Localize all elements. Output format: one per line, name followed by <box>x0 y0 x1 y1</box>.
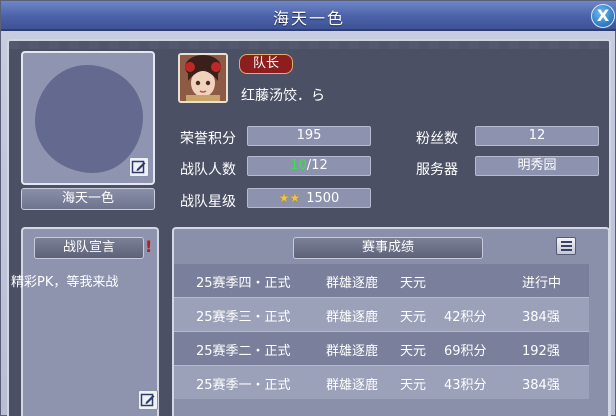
members-label: 战队人数 <box>180 162 236 178</box>
results-header: 赛事成绩 <box>293 237 483 259</box>
season-cell: 25赛季二・正式 <box>196 344 291 359</box>
team-avatar-placeholder <box>35 65 143 173</box>
leader-avatar[interactable] <box>178 53 228 103</box>
points-cell: 42积分 <box>444 310 487 325</box>
honor-label: 荣誉积分 <box>180 131 236 147</box>
alert-icon: ! <box>145 237 153 256</box>
declaration-text: 精彩PK，等我来战 <box>11 275 119 290</box>
leader-name: 红藤汤饺．ら <box>241 88 325 104</box>
result-row: 25赛季二・正式 群雄逐鹿 天元 69积分 192强 <box>174 332 589 365</box>
result-cell: 进行中 <box>522 276 562 291</box>
team-window: 海天一色 X 海天一色 队长 红藤汤饺．ら 荣誉积分 195 粉丝数 12 战队… <box>0 0 616 416</box>
result-row: 25赛季一・正式 群雄逐鹿 天元 43积分 384强 <box>174 366 589 399</box>
honor-value: 195 <box>247 126 371 146</box>
mode-cell: 群雄逐鹿 <box>326 276 379 291</box>
title-bar: 海天一色 X <box>1 1 616 31</box>
stars-value: 1500 <box>306 191 340 206</box>
points-cell: 43积分 <box>444 378 487 393</box>
result-row: 25赛季三・正式 群雄逐鹿 天元 42积分 384强 <box>174 298 589 331</box>
season-cell: 25赛季三・正式 <box>196 310 291 325</box>
members-current: 10 <box>290 158 307 173</box>
menu-icon-line <box>561 245 572 247</box>
edit-avatar-button[interactable] <box>129 157 149 177</box>
leader-role-badge: 队长 <box>239 54 293 74</box>
fans-label: 粉丝数 <box>416 131 458 147</box>
close-button[interactable]: X <box>591 4 615 28</box>
team-name-plate: 海天一色 <box>21 188 155 210</box>
edit-icon <box>140 393 155 407</box>
result-cell: 384强 <box>522 310 560 325</box>
menu-icon <box>561 241 572 243</box>
stars-value-box: ★★ 1500 <box>247 188 371 208</box>
result-cell: 384强 <box>522 378 560 393</box>
tier-cell: 天元 <box>400 276 427 291</box>
star-icon: ★★ <box>278 191 301 205</box>
season-cell: 25赛季四・正式 <box>196 276 291 291</box>
menu-icon-line <box>561 249 572 251</box>
edit-declaration-button[interactable] <box>138 390 158 410</box>
fans-value: 12 <box>475 126 599 146</box>
server-value: 明秀园 <box>475 156 599 176</box>
members-max: 12 <box>311 158 328 173</box>
result-cell: 192强 <box>522 344 560 359</box>
points-cell: 69积分 <box>444 344 487 359</box>
stars-label: 战队星级 <box>180 194 236 210</box>
tier-cell: 天元 <box>400 310 427 325</box>
window-title: 海天一色 <box>272 9 345 28</box>
tier-cell: 天元 <box>400 344 427 359</box>
result-row: 25赛季四・正式 群雄逐鹿 天元 进行中 <box>174 264 589 297</box>
server-label: 服务器 <box>416 162 458 178</box>
members-value: 10/12 <box>247 156 371 176</box>
season-cell: 25赛季一・正式 <box>196 378 291 393</box>
results-menu-button[interactable] <box>556 237 576 255</box>
declaration-header: 战队宣言 <box>34 237 144 259</box>
leader-portrait-image <box>180 55 226 101</box>
mode-cell: 群雄逐鹿 <box>326 310 379 325</box>
mode-cell: 群雄逐鹿 <box>326 344 379 359</box>
edit-icon <box>131 160 146 174</box>
mode-cell: 群雄逐鹿 <box>326 378 379 393</box>
tier-cell: 天元 <box>400 378 427 393</box>
close-icon: X <box>596 6 610 25</box>
